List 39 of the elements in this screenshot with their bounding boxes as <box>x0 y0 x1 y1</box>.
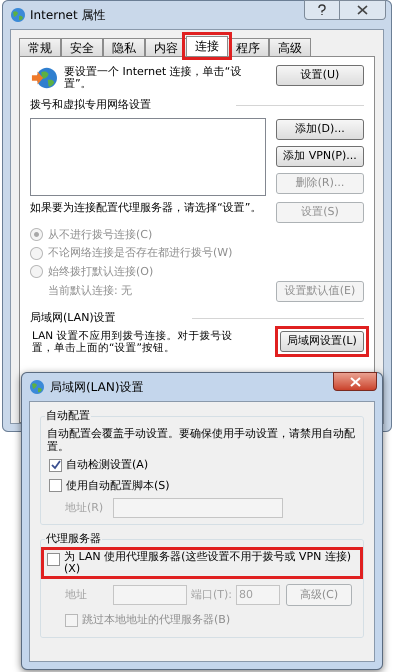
dialog-button[interactable]: 局域网设置(L) <box>280 330 364 352</box>
tab[interactable]: 安全 <box>61 38 103 56</box>
section-heading: 局域网(LAN)设置 <box>30 310 116 326</box>
close-icon[interactable] <box>333 372 377 391</box>
checkbox-label: 使用自动配置脚本(S) <box>66 478 170 494</box>
checkbox-label: 为 LAN 使用代理服务器(这些设置不用于拨号或 VPN 连接)(X) <box>64 551 352 575</box>
help-icon[interactable] <box>304 0 340 20</box>
field-label: 地址(R) <box>65 500 104 516</box>
dialog-button[interactable]: 设置(U) <box>276 65 364 86</box>
radio-label: 始终拨打默认连接(O) <box>48 264 154 280</box>
tab[interactable]: 程序 <box>227 38 269 56</box>
tab[interactable]: 高级 <box>269 38 311 56</box>
globe-icon <box>29 379 45 395</box>
current-default-text: 当前默认连接: 无 <box>48 283 132 300</box>
close-icon[interactable] <box>340 0 386 20</box>
tab[interactable]: 常规 <box>19 38 61 56</box>
dialog-button[interactable]: 添加(D)... <box>276 118 364 140</box>
connection-list[interactable] <box>30 118 266 196</box>
lan-hint-text: LAN 设置不应用到拨号连接。对于拨号设置，单击上面的“设置”按钮。 <box>32 330 234 354</box>
tab[interactable]: 内容 <box>145 38 187 56</box>
radio-label: 从不进行拨号连接(C) <box>48 226 152 242</box>
field-label: 端口(T): <box>191 586 232 603</box>
tab[interactable]: 隐私 <box>103 38 145 56</box>
dialog-button[interactable]: 添加 VPN(P)... <box>276 146 364 166</box>
address-field[interactable] <box>113 498 283 518</box>
checkbox-label: 自动检测设置(A) <box>66 457 148 473</box>
radio-label: 不论网络连接是否存在都进行拨号(W) <box>48 245 232 261</box>
dialog-title: 局域网(LAN)设置 <box>50 379 144 396</box>
field-label: 地址 <box>65 586 88 603</box>
section-heading: 拨号和虚拟专用网络设置 <box>30 97 151 113</box>
globe-icon <box>10 7 26 23</box>
proxy-hint-text: 如果要为连接配置代理服务器，请选择“设置”。 <box>30 202 262 214</box>
globe-arrow-icon <box>30 65 58 91</box>
checkbox[interactable] <box>49 458 62 472</box>
auto-config-text: 自动配置会覆盖手动设置。要确保使用手动设置，请禁用自动配置。 <box>47 427 356 453</box>
setup-text: 要设置一个 Internet 连接，单击“设置”。 <box>64 66 242 90</box>
window-title: Internet 属性 <box>30 7 106 24</box>
checkbox-label: 跳过本地地址的代理服务器(B) <box>82 612 230 628</box>
checkbox[interactable] <box>49 479 62 492</box>
